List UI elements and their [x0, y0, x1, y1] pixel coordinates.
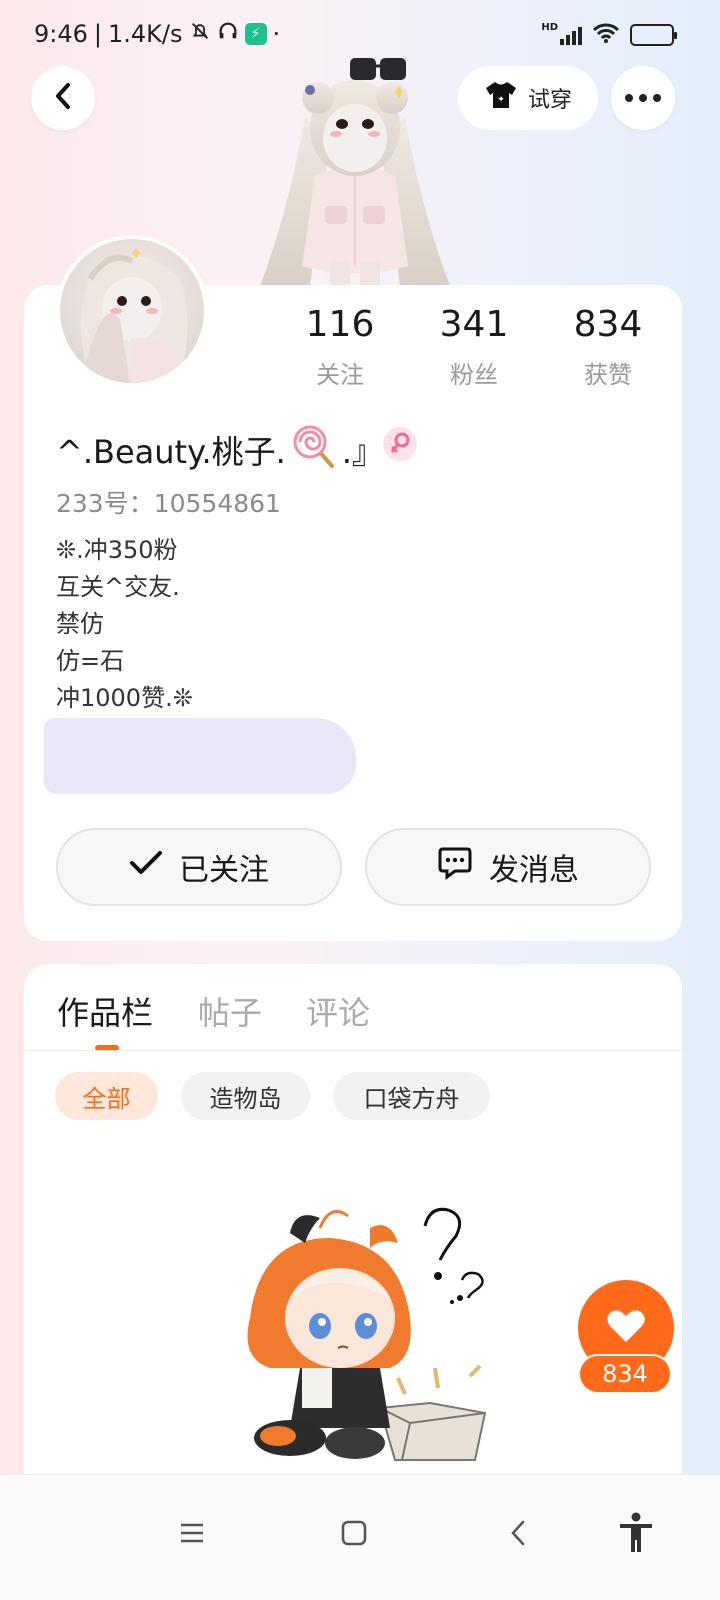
accessibility-icon [618, 1512, 654, 1558]
following-label: 关注 [316, 361, 364, 389]
bio: ❊.冲350粉 互关^交友. 禁仿 仿=石 冲1000赞.❊ [56, 532, 193, 717]
headphones-icon [217, 20, 239, 48]
chat-bubble-icon [437, 846, 473, 888]
bio-line: ❊.冲350粉 [56, 536, 178, 564]
tab-posts[interactable]: 帖子 [198, 988, 262, 1034]
menu-nav-button[interactable] [162, 1505, 222, 1565]
tab-comments[interactable]: 评论 [306, 988, 370, 1034]
nickname: ^.Beauty.桃子. .』 [56, 424, 384, 476]
app-notification-icon: ⚡ [244, 23, 267, 45]
empty-state-illustration [230, 1198, 500, 1470]
try-on-label: 试穿 [527, 88, 572, 113]
status-dot: · [272, 20, 281, 48]
likes-count: 834 [573, 304, 643, 345]
home-nav-button[interactable] [324, 1505, 384, 1565]
chevron-left-icon [51, 82, 75, 114]
wifi-icon [592, 22, 620, 48]
status-network-speed: 1.4K/s [108, 20, 183, 48]
lollipop-icon [292, 424, 336, 476]
followed-label: 已关注 [179, 853, 269, 888]
bio-line: 仿=石 [56, 647, 125, 675]
bio-line: 互关^交友. [56, 573, 180, 601]
followers-label: 粉丝 [450, 361, 498, 389]
try-on-button[interactable]: ✦ 试穿 [458, 66, 598, 130]
more-options-button[interactable] [611, 66, 675, 130]
battery-icon [630, 24, 677, 46]
status-time: 9:46 [34, 20, 88, 48]
like-count: 834 [578, 1354, 672, 1394]
followed-button[interactable]: 已关注 [56, 828, 342, 906]
send-message-button[interactable]: 发消息 [365, 828, 651, 906]
checkmark-icon [129, 849, 163, 885]
status-separator: | [93, 20, 102, 48]
stat-following[interactable]: 116 关注 [280, 305, 400, 390]
stat-followers[interactable]: 341 粉丝 [414, 305, 534, 390]
stat-likes[interactable]: 834 获赞 [548, 305, 668, 390]
status-left: 9:46 | 1.4K/s ⚡ · [34, 20, 280, 48]
status-right: HD [541, 22, 677, 48]
back-chevron-icon [509, 1519, 527, 1551]
avatar-3d-figure [250, 56, 460, 288]
tab-works[interactable]: 作品栏 [57, 988, 153, 1034]
menu-icon [179, 1522, 205, 1548]
female-icon [383, 427, 417, 461]
following-count: 116 [305, 304, 375, 345]
square-icon [341, 1520, 367, 1550]
cell-signal-icon [560, 25, 582, 45]
chip-creation-island[interactable]: 造物岛 [181, 1072, 310, 1120]
tab-divider [24, 1050, 682, 1051]
heart-icon [606, 1308, 646, 1348]
nickname-text: ^.Beauty.桃子. [56, 433, 286, 471]
back-button[interactable] [31, 66, 95, 130]
back-nav-button[interactable] [488, 1505, 548, 1565]
chip-pocket-ark[interactable]: 口袋方舟 [333, 1072, 490, 1120]
bio-line: 冲1000赞.❊ [56, 684, 193, 712]
nickname-suffix: .』 [341, 433, 384, 471]
accessibility-nav-button[interactable] [606, 1505, 666, 1565]
svg-text:✦: ✦ [497, 95, 505, 105]
chip-all[interactable]: 全部 [55, 1072, 158, 1120]
tshirt-icon: ✦ [484, 80, 518, 116]
profile-avatar[interactable] [56, 235, 208, 387]
system-nav-bar [0, 1474, 720, 1600]
user-id: 233号：10554861 [56, 489, 281, 518]
hd-label: HD [541, 22, 558, 33]
bio-line: 禁仿 [56, 610, 104, 638]
bell-muted-icon [189, 20, 211, 48]
redacted-region [44, 718, 356, 794]
followers-count: 341 [439, 304, 509, 345]
message-label: 发消息 [489, 853, 579, 888]
likes-label: 获赞 [584, 361, 632, 389]
more-dots-icon [625, 94, 661, 102]
